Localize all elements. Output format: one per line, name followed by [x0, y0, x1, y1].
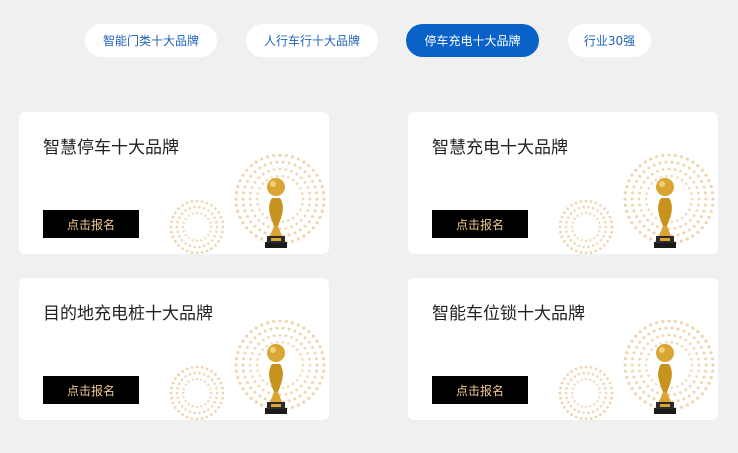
- tab-industry-top30[interactable]: 行业30强: [568, 24, 651, 57]
- trophy-icon: [169, 154, 326, 254]
- tab-parking-charging[interactable]: 停车充电十大品牌: [406, 24, 539, 57]
- award-card-smart-parking: 智慧停车十大品牌 点击报名: [19, 112, 329, 254]
- trophy-icon: [169, 320, 326, 420]
- card-title: 智慧充电十大品牌: [432, 138, 568, 158]
- award-card-parking-lock: 智能车位锁十大品牌 点击报名: [408, 278, 718, 420]
- trophy-icon: [558, 154, 715, 254]
- register-button[interactable]: 点击报名: [432, 210, 528, 238]
- award-card-smart-charging: 智慧充电十大品牌 点击报名: [408, 112, 718, 254]
- register-button[interactable]: 点击报名: [43, 210, 139, 238]
- card-title: 智慧停车十大品牌: [43, 138, 179, 158]
- trophy-icon: [558, 320, 715, 420]
- register-button[interactable]: 点击报名: [432, 376, 528, 404]
- register-button[interactable]: 点击报名: [43, 376, 139, 404]
- tab-pedestrian-vehicle[interactable]: 人行车行十大品牌: [246, 24, 378, 57]
- tab-smart-door[interactable]: 智能门类十大品牌: [85, 24, 217, 57]
- tab-bar: 智能门类十大品牌 人行车行十大品牌 停车充电十大品牌 行业30强: [0, 24, 738, 57]
- award-card-destination-charger: 目的地充电桩十大品牌 点击报名: [19, 278, 329, 420]
